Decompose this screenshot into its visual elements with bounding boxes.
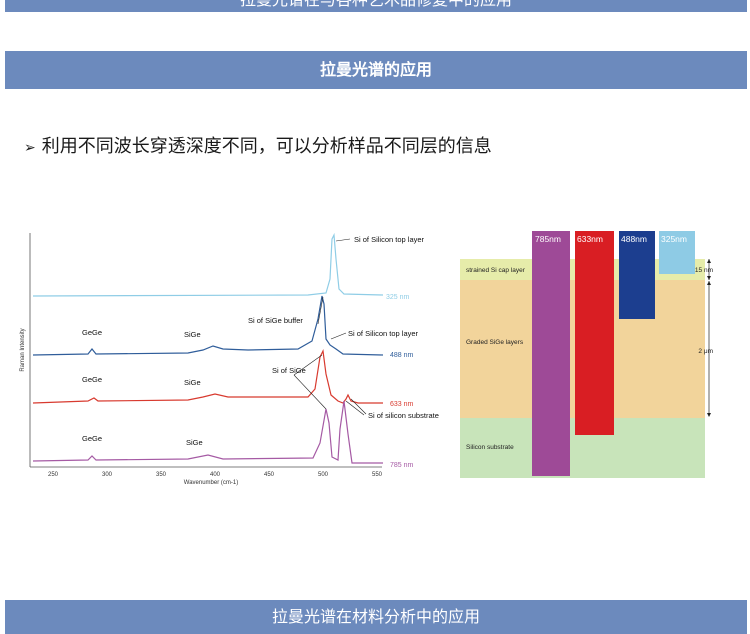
wavelength-label-488nm: 488nm [621, 234, 647, 244]
footer-title: 拉曼光谱在材料分析中的应用 [271, 607, 480, 626]
substrate-layer-label: Silicon substrate [466, 444, 514, 451]
wavelength-label-325nm: 325nm [661, 234, 687, 244]
annotation-gege-785: GeGe [82, 434, 102, 443]
penetration-bar-488nm [619, 231, 655, 319]
penetration-depth-diagram: strained Si cap layer Graded SiGe layers… [455, 229, 717, 481]
annotation-si-sige-buffer: Si of SiGe buffer [248, 316, 303, 325]
top-title-text: 拉曼光谱在与各种艺术品修复中的应用 [5, 0, 747, 8]
cap-thickness-label: 15 nm [695, 267, 713, 274]
annotation-si-substrate: Si of silicon substrate [368, 411, 439, 420]
bullet-text: 利用不同波长穿透深度不同，可以分析样品不同层的信息 [41, 136, 492, 157]
graded-layer-label: Graded SiGe layers [466, 339, 524, 346]
x-tick-label: 550 [372, 472, 383, 478]
annotation-gege-488: GeGe [82, 328, 102, 337]
cap-layer-label: strained Si cap layer [466, 267, 526, 274]
footer-title-bar: 拉曼光谱在材料分析中的应用 [5, 600, 747, 634]
arrow-bullet-icon: ➢ [24, 140, 36, 156]
x-tick-label: 350 [156, 472, 167, 478]
top-title-bar: 拉曼光谱在与各种艺术品修复中的应用 [5, 0, 747, 12]
graded-thickness-label: 2 μm [698, 348, 713, 355]
annotation-sige-785: SiGe [186, 438, 203, 447]
x-axis-label: Wavenumber (cm-1) [184, 480, 238, 486]
series-label-633nm: 633 nm [390, 401, 414, 408]
annotation-sige-633: SiGe [184, 378, 201, 387]
annotation-si-of-sige: Si of SiGe [272, 366, 306, 375]
bullet-point: ➢ 利用不同波长穿透深度不同，可以分析样品不同层的信息 [24, 132, 492, 158]
annotation-sige-488: SiGe [184, 330, 201, 339]
section-title-bar: 拉曼光谱的应用 [5, 51, 747, 89]
x-tick-label: 450 [264, 472, 275, 478]
annotation-gege-633: GeGe [82, 375, 102, 384]
y-axis-label: Raman Intensity [20, 328, 26, 371]
annotation-si-top-layer-488: Si of Silicon top layer [348, 329, 419, 338]
spectra-background [18, 229, 450, 487]
x-tick-label: 500 [318, 472, 329, 478]
series-label-325nm: 325 nm [386, 294, 410, 301]
wavelength-label-785nm: 785nm [535, 234, 561, 244]
penetration-bar-785nm [532, 231, 570, 476]
penetration-bar-633nm [575, 231, 614, 435]
x-tick-label: 300 [102, 472, 113, 478]
x-tick-label: 250 [48, 472, 59, 478]
raman-spectra-figure: Raman Intensity Wavenumber (cm-1) 250 30… [18, 229, 450, 487]
annotation-si-top-layer-325: Si of Silicon top layer [354, 235, 425, 244]
wavelength-label-633nm: 633nm [577, 234, 603, 244]
x-tick-label: 400 [210, 472, 221, 478]
series-label-785nm: 785 nm [390, 462, 414, 469]
series-label-488nm: 488 nm [390, 352, 414, 359]
section-title: 拉曼光谱的应用 [319, 60, 432, 79]
